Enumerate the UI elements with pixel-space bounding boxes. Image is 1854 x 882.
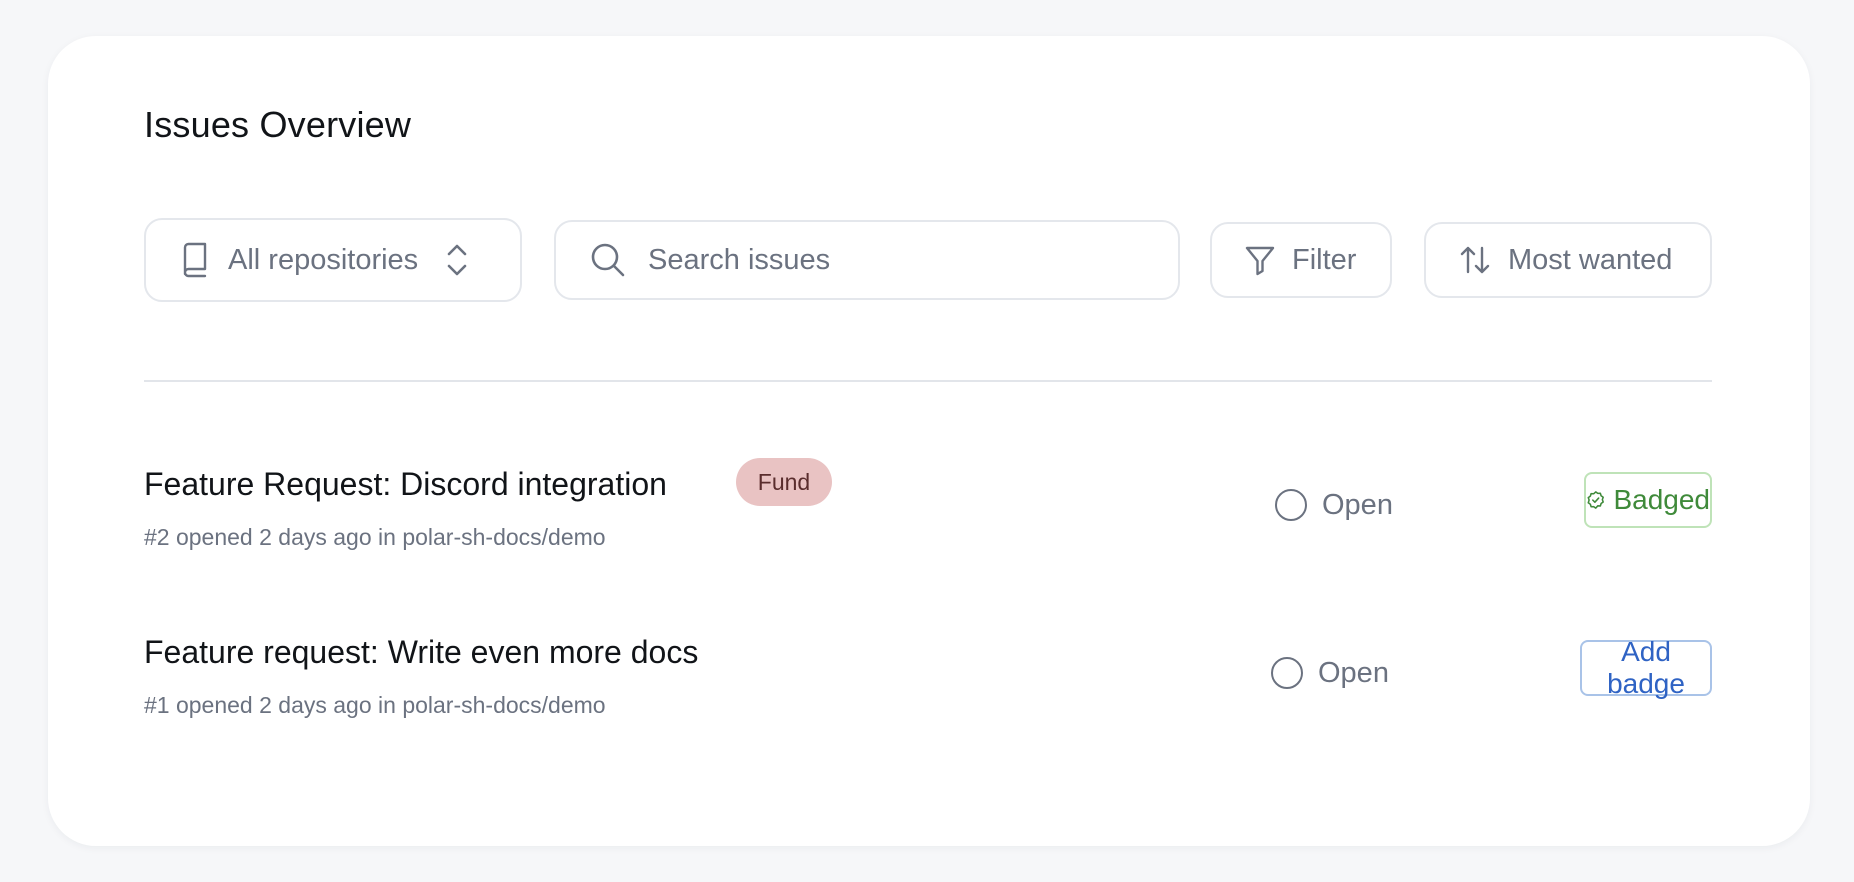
- issue-status: Open: [1270, 656, 1389, 690]
- filter-button-label: Filter: [1292, 243, 1357, 276]
- chevron-up-down-icon: [447, 244, 467, 276]
- filter-icon: [1245, 246, 1275, 276]
- issue-status: Open: [1274, 488, 1393, 522]
- sort-arrows-icon: [1460, 246, 1490, 274]
- issue-row[interactable]: Feature Request: Discord integration Fun…: [144, 458, 1712, 586]
- issue-status-label: Open: [1322, 488, 1393, 521]
- issue-meta: #2 opened 2 days ago in polar-sh-docs/de…: [144, 524, 606, 550]
- issue-meta: #1 opened 2 days ago in polar-sh-docs/de…: [144, 692, 606, 718]
- open-circle-icon: [1275, 489, 1307, 521]
- issue-title[interactable]: Feature Request: Discord integration: [144, 466, 667, 503]
- repository-select-label: All repositories: [228, 243, 419, 276]
- repository-select[interactable]: All repositories: [144, 218, 522, 302]
- filter-button[interactable]: Filter: [1210, 222, 1392, 298]
- issue-title[interactable]: Feature request: Write even more docs: [144, 634, 698, 671]
- book-icon: [183, 242, 207, 278]
- divider: [144, 380, 1712, 382]
- open-circle-icon: [1271, 657, 1303, 689]
- issue-row[interactable]: Feature request: Write even more docs #1…: [144, 634, 1712, 754]
- badged-button-label: Badged: [1613, 484, 1710, 515]
- search-icon: [591, 243, 625, 277]
- badge-check-icon: [1587, 491, 1604, 509]
- sort-button[interactable]: Most wanted: [1424, 222, 1712, 298]
- issue-status-label: Open: [1318, 656, 1389, 689]
- search-field[interactable]: [554, 220, 1180, 300]
- sort-button-label: Most wanted: [1508, 243, 1673, 276]
- fund-tag: Fund: [736, 458, 832, 506]
- page-title: Issues Overview: [144, 104, 412, 145]
- badged-button[interactable]: Badged: [1584, 472, 1712, 528]
- add-badge-button[interactable]: Add badge: [1580, 636, 1712, 699]
- issues-card: Issues Overview All repositories Filter …: [48, 36, 1810, 846]
- search-input[interactable]: [646, 242, 1170, 278]
